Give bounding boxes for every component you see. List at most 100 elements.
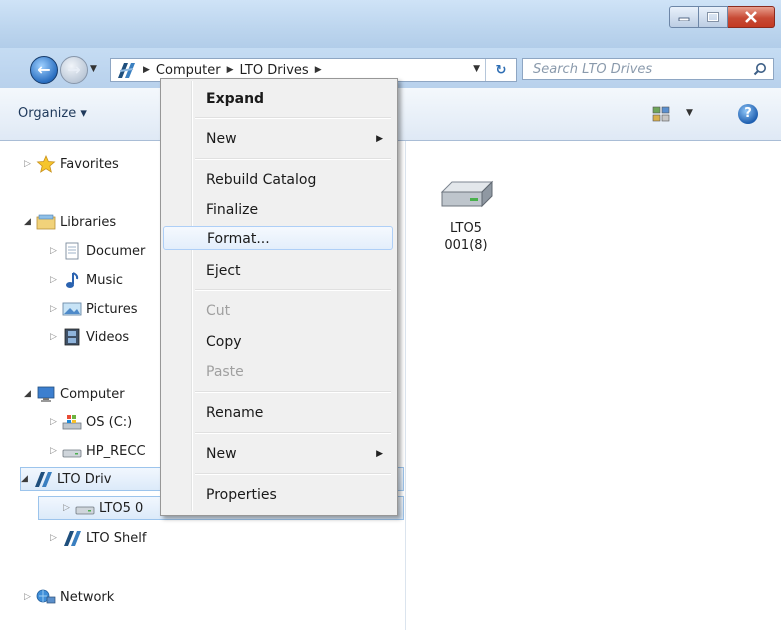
help-icon: ?	[744, 106, 752, 121]
tree-label: OS (C:)	[86, 414, 133, 430]
pane-divider[interactable]	[405, 141, 406, 630]
menu-item-expand[interactable]: Expand	[163, 87, 393, 111]
expand-triangle-icon[interactable]: ▷	[24, 592, 34, 602]
expand-triangle-icon[interactable]: ▷	[63, 503, 73, 513]
search-placeholder: Search LTO Drives	[533, 61, 653, 77]
forward-arrow-icon: →	[67, 60, 81, 79]
expand-triangle-icon[interactable]: ▷	[50, 275, 60, 285]
menu-item-cut[interactable]: Cut	[163, 299, 393, 323]
close-button[interactable]	[728, 6, 775, 28]
tree-item-pictures[interactable]: ▷ Pictures	[50, 297, 137, 321]
view-dropdown-icon[interactable]: ▼	[686, 108, 693, 118]
submenu-arrow-icon: ▶	[376, 449, 383, 459]
recent-pages-dropdown[interactable]: ▼	[90, 64, 97, 74]
collapse-triangle-icon[interactable]: ◢	[21, 474, 31, 484]
tree-item-documents[interactable]: ▷ Documer	[50, 239, 145, 263]
collapse-triangle-icon[interactable]: ◢	[24, 389, 34, 399]
menu-item-rename[interactable]: Rename	[163, 401, 393, 425]
expand-triangle-icon[interactable]: ▷	[50, 332, 60, 342]
help-button[interactable]: ?	[738, 104, 758, 124]
collapse-triangle-icon[interactable]: ◢	[24, 217, 34, 227]
lto-icon	[64, 531, 81, 546]
tree-label: Libraries	[60, 214, 117, 230]
tree-item-computer[interactable]: ◢ Computer	[24, 382, 125, 406]
videos-icon	[64, 328, 80, 346]
search-input[interactable]: Search LTO Drives	[522, 58, 774, 80]
window-controls	[669, 6, 775, 28]
menu-item-paste[interactable]: Paste	[163, 360, 393, 384]
tree-item-favorites[interactable]: ▷ Favorites	[24, 152, 119, 176]
breadcrumb-computer[interactable]: Computer	[156, 63, 221, 78]
tree-label: Documer	[86, 243, 146, 259]
maximize-button[interactable]	[699, 6, 728, 28]
tree-item-music[interactable]: ▷ Music	[50, 268, 123, 292]
expand-triangle-icon[interactable]: ▷	[50, 246, 60, 256]
minimize-button[interactable]	[669, 6, 699, 28]
drive-label-id: 001(8)	[444, 238, 488, 253]
context-menu: Expand New ▶ Rebuild Catalog Finalize Fo…	[160, 78, 398, 516]
maximize-icon	[707, 12, 719, 22]
tape-drive-icon	[75, 506, 95, 515]
tree-item-libraries[interactable]: ◢ Libraries	[24, 210, 116, 234]
expand-triangle-icon[interactable]: ▷	[24, 159, 34, 169]
expand-triangle-icon[interactable]: ▷	[50, 417, 60, 427]
menu-item-new[interactable]: New ▶	[163, 127, 393, 151]
drive-label-name: LTO5	[450, 221, 482, 236]
forward-button[interactable]: →	[60, 56, 88, 84]
network-icon	[36, 589, 56, 604]
menu-item-copy[interactable]: Copy	[163, 330, 393, 354]
tree-label: Network	[60, 589, 115, 605]
view-options-icon[interactable]	[652, 106, 670, 122]
refresh-button[interactable]: ↻	[485, 59, 516, 81]
tree-label: Computer	[60, 386, 125, 402]
documents-icon	[65, 242, 79, 260]
drive-item-lto5[interactable]: LTO5 001(8)	[436, 178, 496, 254]
tree-item-hp-recovery[interactable]: ▷ HP_RECC	[50, 439, 146, 463]
menu-separator	[195, 289, 391, 291]
menu-item-finalize[interactable]: Finalize	[163, 198, 393, 222]
menu-item-new-2[interactable]: New ▶	[163, 442, 393, 466]
menu-item-format[interactable]: Format...	[163, 226, 393, 250]
menu-separator	[195, 391, 391, 393]
menu-item-rebuild-catalog[interactable]: Rebuild Catalog	[163, 168, 393, 192]
refresh-icon: ↻	[495, 62, 507, 78]
tree-label: Videos	[86, 329, 130, 345]
address-dropdown-icon[interactable]: ▼	[473, 64, 480, 74]
menu-item-properties[interactable]: Properties	[163, 483, 393, 507]
star-icon	[36, 155, 56, 173]
computer-icon	[37, 386, 55, 402]
tree-label: Favorites	[60, 156, 119, 172]
menu-item-label: New	[206, 446, 237, 462]
menu-separator	[195, 117, 391, 119]
tree-item-os-drive[interactable]: ▷ OS (C:)	[50, 410, 132, 434]
tree-item-lto-shelf[interactable]: ▷ LTO Shelf	[50, 526, 146, 550]
expand-triangle-icon[interactable]: ▷	[50, 304, 60, 314]
menu-separator	[195, 432, 391, 434]
submenu-arrow-icon: ▶	[376, 134, 383, 144]
breadcrumb-separator-icon[interactable]: ▶	[143, 65, 150, 75]
expand-triangle-icon[interactable]: ▷	[50, 446, 60, 456]
tree-item-videos[interactable]: ▷ Videos	[50, 325, 129, 349]
menu-separator	[195, 158, 391, 160]
tree-label: HP_RECC	[86, 443, 146, 459]
menu-item-eject[interactable]: Eject	[163, 259, 393, 283]
tree-label: Pictures	[86, 301, 138, 317]
tree-label: Music	[86, 272, 123, 288]
drive-icon	[62, 449, 82, 458]
breadcrumb-lto-drives[interactable]: LTO Drives	[239, 63, 308, 78]
search-icon[interactable]	[753, 62, 767, 76]
tree-item-network[interactable]: ▷ Network	[24, 585, 114, 609]
tree-label: LTO Shelf	[86, 530, 147, 546]
menu-item-label: New	[206, 131, 237, 147]
tree-label: LTO Driv	[57, 471, 112, 487]
back-button[interactable]: ←	[30, 56, 58, 84]
tree-label: LTO5 0	[99, 500, 144, 516]
lto-icon	[118, 63, 135, 78]
minimize-icon	[678, 17, 690, 21]
expand-triangle-icon[interactable]: ▷	[50, 533, 60, 543]
breadcrumb-separator-icon[interactable]: ▶	[227, 65, 234, 75]
breadcrumb-separator-icon[interactable]: ▶	[315, 65, 322, 75]
organize-button[interactable]: Organize ▾	[18, 106, 87, 121]
pictures-icon	[62, 302, 82, 316]
music-icon	[66, 272, 79, 288]
